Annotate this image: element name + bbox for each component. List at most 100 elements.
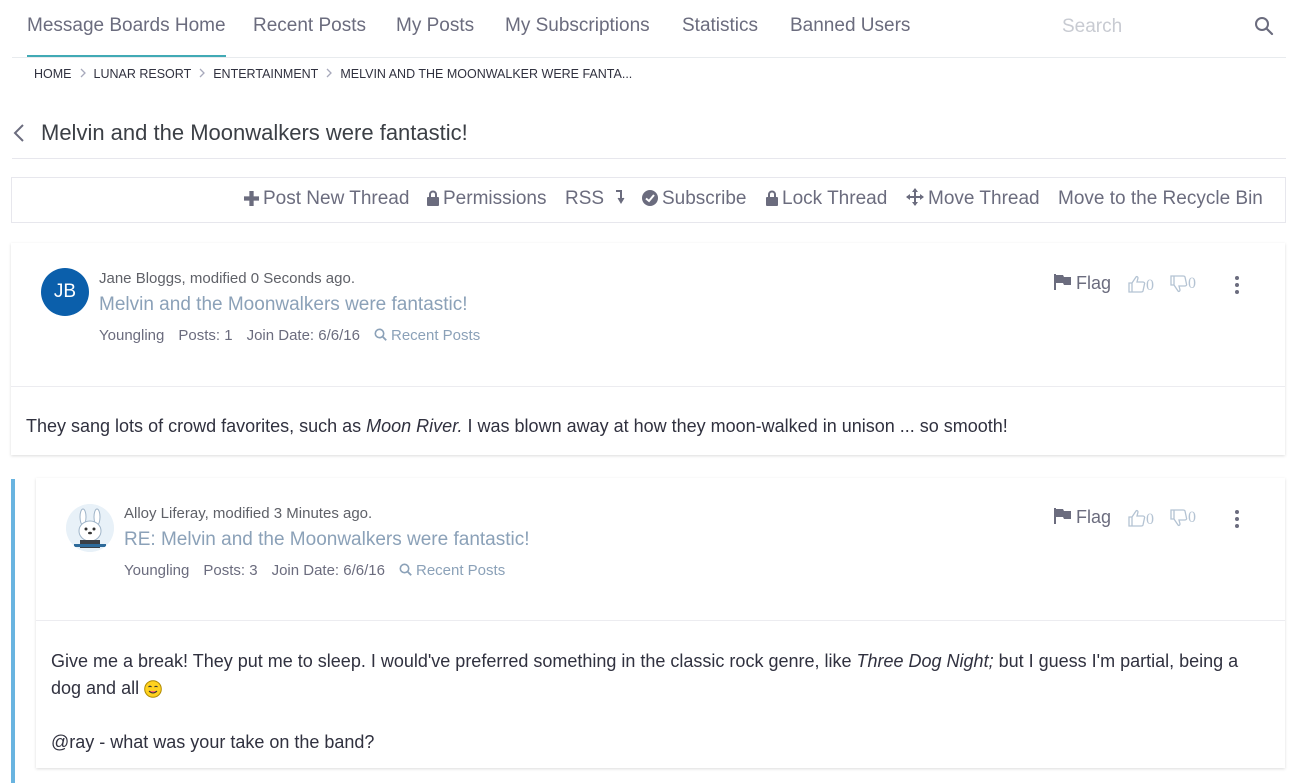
kebab-menu-icon[interactable] — [1234, 509, 1244, 531]
top-nav: Message Boards Home Recent Posts My Post… — [12, 0, 1286, 58]
lock-icon — [427, 190, 439, 206]
dog-avatar-icon — [66, 504, 114, 552]
post-card: JB Jane Bloggs, modified 0 Seconds ago. … — [11, 243, 1285, 455]
author-rank: Youngling — [124, 562, 190, 579]
back-arrow-icon[interactable] — [12, 122, 34, 148]
post-header: Alloy Liferay, modified 3 Minutes ago. R… — [36, 478, 1285, 621]
search-bar — [1058, 0, 1286, 57]
kebab-menu-icon[interactable] — [1234, 275, 1244, 297]
check-circle-icon — [642, 190, 658, 206]
lock-thread-label: Lock Thread — [782, 188, 888, 209]
thumbs-down-button[interactable]: 0 — [1170, 275, 1196, 293]
post-body-text: Give me a break! They put me to sleep. I… — [51, 651, 857, 671]
thread-header: Melvin and the Moonwalkers were fantasti… — [12, 110, 1286, 159]
flag-button[interactable]: Flag — [1054, 273, 1111, 294]
post-title-link[interactable]: Melvin and the Moonwalkers were fantasti… — [99, 294, 468, 316]
chevron-right-icon — [191, 67, 213, 81]
lock-thread-button[interactable]: Lock Thread — [766, 186, 887, 212]
move-thread-label: Move Thread — [928, 188, 1040, 209]
thumbs-down-icon — [1170, 509, 1188, 527]
smiley-emoji-icon — [144, 679, 162, 698]
post-body-text: I was blown away at how they moon-walked… — [462, 416, 1008, 436]
avatar[interactable] — [66, 504, 114, 552]
permissions-label: Permissions — [443, 188, 547, 209]
thumbs-down-count: 0 — [1188, 275, 1196, 292]
search-icon — [374, 328, 387, 341]
flag-label: Flag — [1076, 273, 1112, 293]
post-body-italic: Three Dog Night; — [856, 651, 994, 671]
author-rank: Youngling — [99, 327, 165, 344]
permissions-button[interactable]: Permissions — [427, 186, 546, 212]
post-new-thread-button[interactable]: Post New Thread — [244, 186, 409, 212]
rss-label: RSS — [565, 188, 605, 209]
breadcrumb-current: MELVIN AND THE MOONWALKER WERE FANTA... — [340, 66, 633, 81]
breadcrumb-entertainment[interactable]: ENTERTAINMENT — [213, 67, 318, 81]
post-header: JB Jane Bloggs, modified 0 Seconds ago. … — [11, 243, 1285, 387]
post-body: Give me a break! They put me to sleep. I… — [51, 648, 1251, 756]
flag-icon — [1054, 274, 1071, 290]
move-arrows-icon — [906, 188, 924, 206]
thumbs-up-button[interactable]: 0 — [1128, 275, 1154, 295]
post-body-text: @ray - what was your take on the band? — [51, 732, 375, 752]
thumbs-down-count: 0 — [1188, 509, 1196, 526]
post-author-line: Alloy Liferay, modified 3 Minutes ago. — [124, 505, 373, 522]
recent-posts-link[interactable]: Recent Posts — [374, 327, 494, 344]
flag-icon — [1054, 508, 1071, 524]
author-join-date: Join Date: 6/6/16 — [271, 562, 385, 579]
search-icon — [399, 563, 412, 576]
post-body: They sang lots of crowd favorites, such … — [26, 413, 1266, 440]
nav-banned-users[interactable]: Banned Users — [790, 0, 910, 57]
nav-recent-posts[interactable]: Recent Posts — [253, 0, 366, 57]
thumbs-up-icon — [1128, 275, 1146, 293]
lock-icon — [766, 190, 778, 206]
author-post-count: Posts: 1 — [178, 327, 233, 344]
nav-statistics[interactable]: Statistics — [682, 0, 758, 57]
thumbs-up-icon — [1128, 509, 1146, 527]
page-title: Melvin and the Moonwalkers were fantasti… — [41, 120, 468, 145]
post-actions: Flag 0 0 — [1054, 273, 1254, 299]
nav-my-posts[interactable]: My Posts — [396, 0, 474, 57]
thumbs-up-button[interactable]: 0 — [1128, 509, 1154, 529]
post-new-thread-label: Post New Thread — [263, 188, 410, 209]
post-author-line: Jane Bloggs, modified 0 Seconds ago. — [99, 270, 356, 287]
reply-thread-line — [11, 479, 15, 783]
author-join-date: Join Date: 6/6/16 — [246, 327, 360, 344]
post-body-text: They sang lots of crowd favorites, such … — [26, 416, 367, 436]
post-author-meta: Youngling Posts: 1 Join Date: 6/6/16 Recent… — [99, 327, 508, 344]
flag-label: Flag — [1076, 507, 1112, 527]
move-to-recycle-bin-button[interactable]: Move to the Recycle Bin — [1058, 186, 1263, 212]
reply-card: Alloy Liferay, modified 3 Minutes ago. R… — [36, 478, 1285, 768]
subscribe-label: Subscribe — [662, 188, 747, 209]
thumbs-up-count: 0 — [1146, 277, 1154, 294]
avatar[interactable]: JB — [41, 268, 89, 316]
subscribe-button[interactable]: Subscribe — [642, 186, 747, 212]
post-title-link[interactable]: RE: Melvin and the Moonwalkers were fant… — [124, 529, 530, 551]
chevron-right-icon — [318, 67, 340, 81]
post-body-paragraph: Give me a break! They put me to sleep. I… — [51, 648, 1251, 702]
thread-toolbar: Post New Thread Permissions RSS Subscrib… — [11, 177, 1286, 223]
recent-posts-label: Recent Posts — [390, 327, 481, 344]
search-icon[interactable] — [1254, 16, 1276, 38]
flag-button[interactable]: Flag — [1054, 507, 1111, 528]
thumbs-up-count: 0 — [1146, 511, 1154, 528]
post-body-italic: Moon River. — [366, 416, 463, 436]
nav-my-subscriptions[interactable]: My Subscriptions — [505, 0, 650, 57]
recent-posts-label: Recent Posts — [415, 562, 506, 579]
search-input[interactable] — [1058, 12, 1246, 42]
thumbs-down-icon — [1170, 275, 1188, 293]
move-thread-button[interactable]: Move Thread — [906, 186, 1040, 212]
breadcrumb: HOME LUNAR RESORT ENTERTAINMENT MELVIN AND … — [34, 66, 632, 84]
chevron-right-icon — [72, 67, 94, 81]
breadcrumb-lunar-resort[interactable]: LUNAR RESORT — [94, 67, 192, 81]
nav-message-boards-home[interactable]: Message Boards Home — [27, 0, 226, 57]
plus-icon — [244, 191, 259, 206]
breadcrumb-home[interactable]: HOME — [34, 67, 72, 81]
rss-button[interactable]: RSS — [565, 186, 625, 212]
post-actions: Flag 0 0 — [1054, 507, 1254, 533]
post-author-meta: Youngling Posts: 3 Join Date: 6/6/16 Recent… — [124, 562, 533, 579]
rss-arrow-icon — [616, 190, 625, 204]
author-post-count: Posts: 3 — [203, 562, 258, 579]
thumbs-down-button[interactable]: 0 — [1170, 509, 1196, 527]
recent-posts-link[interactable]: Recent Posts — [399, 562, 519, 579]
